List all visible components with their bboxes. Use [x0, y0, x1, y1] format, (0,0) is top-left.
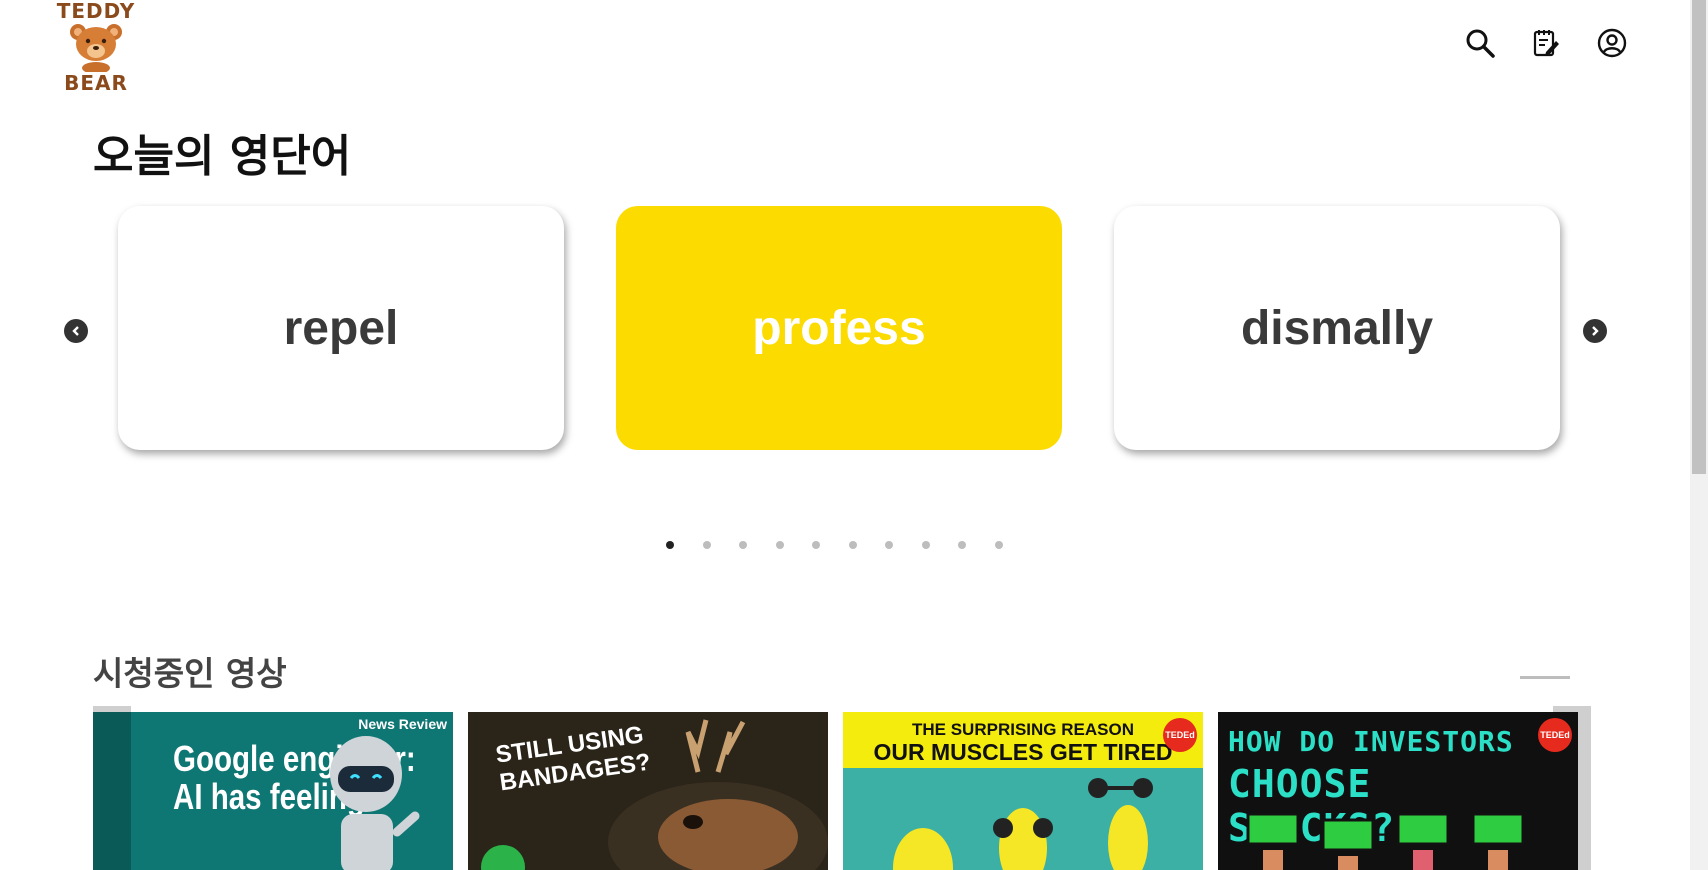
pagination-dot[interactable]: [812, 541, 820, 549]
video-title-line2: OUR MUSCLES GET TIRED: [873, 739, 1173, 765]
logo-bottom-text: BEAR: [64, 71, 128, 95]
ted-ed-badge: TEDEd: [1163, 718, 1197, 752]
word-card-text: dismally: [1240, 301, 1434, 355]
video-title-line1: HOW DO INVESTORS: [1228, 725, 1514, 758]
carousel-pagination: [666, 541, 1003, 549]
muscle-characters-image: [893, 778, 1153, 870]
word-card-active[interactable]: profess: [616, 206, 1062, 450]
pagination-dot[interactable]: [848, 541, 857, 549]
scroll-indicator: [1520, 676, 1570, 679]
pagination-dot[interactable]: [958, 541, 966, 549]
video-thumbnail[interactable]: STILL USING BANDAGES?: [468, 712, 828, 870]
investor-characters-image: [1246, 812, 1525, 870]
video-title-line1: THE SURPRISING REASON: [912, 720, 1134, 739]
prev-arrow-icon[interactable]: [64, 319, 88, 343]
user-account-icon[interactable]: [1594, 25, 1630, 61]
bear-icon: [70, 24, 122, 72]
word-card-text: profess: [752, 301, 926, 355]
video-list: News Review Google engineer: AI has feel…: [93, 706, 1591, 870]
thumbnail-stripe: [93, 712, 131, 870]
pagination-dot[interactable]: [994, 541, 1003, 549]
pagination-dot[interactable]: [775, 541, 784, 549]
pagination-dot[interactable]: [885, 541, 893, 549]
search-icon[interactable]: [1462, 25, 1498, 61]
video-badge: News Review: [358, 716, 447, 732]
video-thumbnail[interactable]: THE SURPRISING REASON OUR MUSCLES GET TI…: [843, 712, 1203, 870]
logo[interactable]: TEDDY BEAR: [46, 0, 146, 96]
word-section-title: 오늘의 영단어: [93, 131, 352, 182]
logo-top-text: TEDDY: [56, 0, 136, 23]
video-thumbnail[interactable]: TEDEd HOW DO INVESTORS CHOOSE STOCKS?: [1218, 712, 1578, 870]
page-scrollbar[interactable]: [1690, 0, 1708, 870]
pagination-dot[interactable]: [702, 541, 711, 549]
word-card-text: repel: [283, 301, 399, 355]
header: TEDDY BEAR: [0, 0, 1690, 100]
pagination-dot[interactable]: [921, 541, 930, 549]
word-card[interactable]: dismally: [1114, 206, 1560, 450]
video-section-title: 시청중인 영상: [93, 654, 287, 693]
word-carousel: repel profess dismally: [56, 200, 1616, 470]
header-icons: [1462, 25, 1630, 61]
ted-ed-badge: TEDEd: [1538, 718, 1572, 752]
pagination-dot[interactable]: [666, 541, 674, 549]
next-arrow-icon[interactable]: [1583, 319, 1607, 343]
robot-icon: [330, 736, 420, 870]
word-card[interactable]: repel: [118, 206, 564, 450]
notebook-edit-icon[interactable]: [1528, 25, 1564, 61]
video-thumbnail[interactable]: News Review Google engineer: AI has feel…: [93, 712, 453, 870]
scrollbar-thumb[interactable]: [1692, 0, 1706, 474]
pagination-dot[interactable]: [739, 541, 747, 549]
